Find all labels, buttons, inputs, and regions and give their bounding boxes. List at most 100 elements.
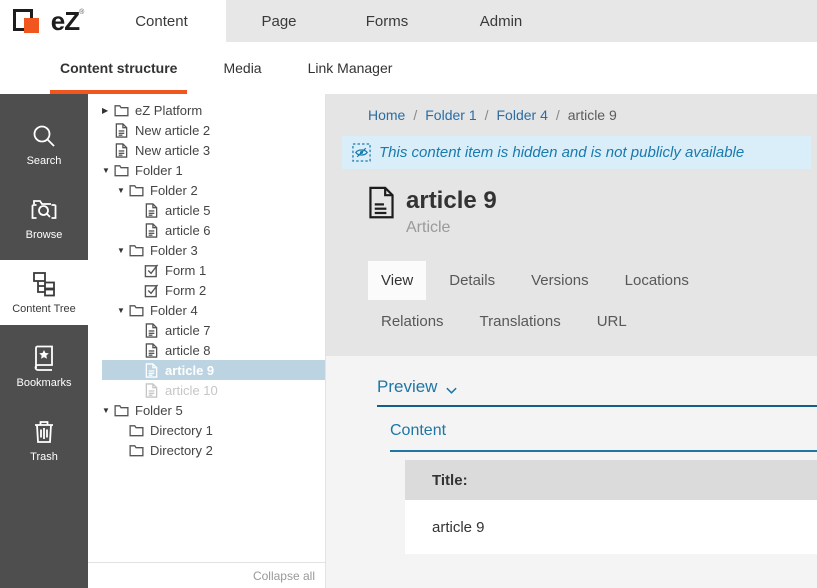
left-sidebar: Search Browse Content Tree Bookmarks Trash [0, 94, 88, 588]
field-value: article 9 [405, 500, 817, 554]
folder-icon [129, 423, 144, 438]
sidebar-item-trash[interactable]: Trash [0, 408, 88, 473]
collapse-all-label: Collapse all [253, 569, 315, 583]
tree-item[interactable]: Form 2 [102, 280, 325, 300]
hidden-content-notice: This content item is hidden and is not p… [342, 136, 811, 169]
tree-item[interactable]: ▼ Folder 4 [102, 300, 325, 320]
folder-icon [114, 163, 129, 178]
tree-item-label: eZ Platform [135, 103, 202, 118]
trademark-symbol: ® [79, 9, 84, 16]
sidebar-item-bookmarks[interactable]: Bookmarks [0, 334, 88, 399]
main-nav-tab-page[interactable]: Page [226, 0, 332, 42]
preview-section-toggle[interactable]: Preview [377, 377, 817, 407]
content-tabs: View Details Versions Locations Relations Tra… [368, 261, 787, 341]
content-tree: ▶eZ PlatformNew article 2New article 3▼F… [88, 100, 325, 460]
folder-icon [129, 443, 144, 458]
content-fields-section: Content Title:article 9 [390, 422, 817, 554]
caret-down-icon[interactable]: ▼ [102, 166, 114, 175]
sidebar-item-label: Bookmarks [16, 377, 71, 389]
tree-item[interactable]: ▼Folder 2 [102, 180, 325, 200]
tab-details[interactable]: Details [436, 261, 508, 300]
article-icon [144, 383, 159, 398]
tree-item-label: article 9 [165, 363, 214, 378]
ez-logo[interactable]: eZ ® [0, 0, 97, 42]
subnav-item-link-manager[interactable]: Link Manager [298, 42, 403, 94]
tree-item-label: Form 2 [165, 283, 206, 298]
view-tab-body: Preview Content Title:article 9 [326, 356, 817, 588]
folder-icon [114, 103, 129, 118]
breadcrumb-separator: / [556, 107, 560, 123]
tree-item-label: Form 1 [165, 263, 206, 278]
main-nav-tab-admin[interactable]: Admin [442, 0, 560, 42]
caret-down-icon[interactable]: ▼ [117, 186, 129, 195]
form-icon [144, 263, 159, 278]
caret-right-icon[interactable]: ▶ [102, 106, 114, 115]
breadcrumb-separator: / [485, 107, 489, 123]
trash-icon [30, 418, 58, 446]
tree-item[interactable]: New article 2 [102, 120, 325, 140]
collapse-all-button[interactable]: Collapse all [88, 562, 325, 588]
tab-url[interactable]: URL [584, 302, 640, 341]
breadcrumb-separator: / [413, 107, 417, 123]
tree-item[interactable]: ▶ eZ Platform [102, 100, 325, 120]
tree-item[interactable]: article 6 [102, 220, 325, 240]
tab-view[interactable]: View [368, 261, 426, 300]
main-content: Home / Folder 1 / Folder 4 / article 9 This co… [326, 94, 817, 588]
tab-locations[interactable]: Locations [612, 261, 702, 300]
tree-item-label: Directory 1 [150, 423, 213, 438]
top-header: eZ ® ContentPageFormsAdmin [0, 0, 817, 42]
content-section-label: Content [390, 422, 817, 452]
sidebar-item-label: Content Tree [12, 303, 76, 315]
tree-item[interactable]: Form 1 [102, 260, 325, 280]
tree-item[interactable]: article 8 [102, 340, 325, 360]
main-nav-tab-forms[interactable]: Forms [332, 0, 442, 42]
tree-item[interactable]: Directory 1 [102, 420, 325, 440]
hidden-eye-icon [352, 143, 371, 162]
bookmarks-icon [30, 344, 58, 372]
tree-item-label: Folder 1 [135, 163, 183, 178]
breadcrumb-item[interactable]: Home [368, 107, 405, 123]
folder-icon [129, 183, 144, 198]
form-icon [144, 283, 159, 298]
tree-item[interactable]: New article 3 [102, 140, 325, 160]
tree-item[interactable]: ▼Folder 5 [102, 400, 325, 420]
sidebar-item-content-tree[interactable]: Content Tree [0, 260, 88, 325]
tab-relations[interactable]: Relations [368, 302, 457, 341]
tree-item[interactable]: article 5 [102, 200, 325, 220]
content-tree-icon [30, 270, 58, 298]
field-list: Title:article 9 [390, 460, 817, 554]
subnav-item-content-structure[interactable]: Content structure [50, 42, 187, 94]
sidebar-item-search[interactable]: Search [0, 112, 88, 177]
article-icon [144, 323, 159, 338]
content-title-block: article 9 Article [326, 169, 817, 237]
tab-translations[interactable]: Translations [467, 302, 574, 341]
caret-down-icon[interactable]: ▼ [102, 406, 114, 415]
sidebar-item-label: Search [27, 155, 62, 167]
subnav-item-media[interactable]: Media [213, 42, 271, 94]
folder-icon [129, 243, 144, 258]
tree-item-label: Folder 4 [150, 303, 198, 318]
article-icon [368, 186, 395, 218]
tree-item[interactable]: ▼ Folder 1 [102, 160, 325, 180]
breadcrumb-item[interactable]: Folder 4 [497, 107, 548, 123]
tree-item[interactable]: article 7 [102, 320, 325, 340]
caret-down-icon[interactable]: ▼ [117, 246, 129, 255]
tree-item-label: article 10 [165, 383, 218, 398]
breadcrumb-item: article 9 [568, 107, 617, 123]
sidebar-item-browse[interactable]: Browse [0, 186, 88, 251]
caret-down-icon[interactable]: ▼ [117, 306, 129, 315]
article-icon [144, 223, 159, 238]
main-nav-tab-content[interactable]: Content [97, 0, 226, 42]
tab-versions[interactable]: Versions [518, 261, 602, 300]
tree-item[interactable]: ▼Folder 3 [102, 240, 325, 260]
tree-item[interactable]: article 9 [102, 360, 325, 380]
sub-nav: Content structure Media Link Manager [0, 42, 817, 94]
tree-item[interactable]: article 10 [102, 380, 325, 400]
content-type-label: Article [406, 219, 497, 237]
tree-item-label: article 8 [165, 343, 211, 358]
article-icon [144, 343, 159, 358]
tree-item[interactable]: Directory 2 [102, 440, 325, 460]
folder-icon [129, 303, 144, 318]
article-icon [114, 143, 129, 158]
breadcrumb-item[interactable]: Folder 1 [425, 107, 476, 123]
